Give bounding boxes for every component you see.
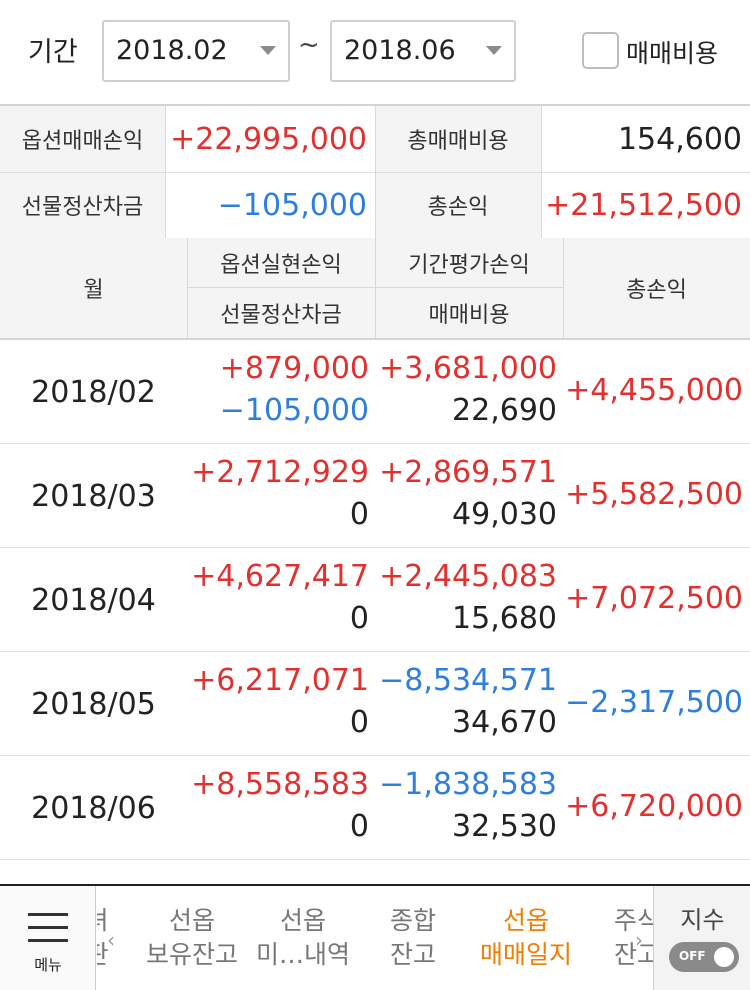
- row-trade-cost: 49,030: [452, 497, 557, 532]
- range-separator: ~: [298, 30, 320, 60]
- row-period-eval-pl: +2,869,571: [379, 455, 557, 490]
- tab-fo-unfilled[interactable]: 선옵 미…내역: [253, 904, 353, 972]
- tab-line2: 보유잔고: [145, 940, 238, 969]
- futures-settle-label: 선물정산차금: [0, 172, 165, 238]
- header-realized-pl: 옵션실현손익: [220, 253, 342, 278]
- row-futures-settle: 0: [349, 705, 369, 740]
- row-period-eval-pl: +3,681,000: [379, 351, 557, 386]
- menu-label: 메뉴: [34, 956, 62, 974]
- option-pl-value: +22,995,000: [165, 106, 375, 172]
- divider: [187, 238, 188, 338]
- divider: [563, 238, 564, 338]
- row-futures-settle: 0: [349, 809, 369, 844]
- row-realized-pl: +879,000: [219, 351, 369, 386]
- period-label: 기간: [28, 37, 78, 68]
- table-row[interactable]: 2018/03 +2,712,929 0 +2,869,571 49,030 +…: [0, 444, 750, 548]
- row-month: 2018/04: [31, 582, 156, 618]
- table-row[interactable]: 2018/04 +4,627,417 0 +2,445,083 15,680 +…: [0, 548, 750, 652]
- row-futures-settle: −105,000: [219, 393, 369, 428]
- row-trade-cost: 32,530: [452, 809, 557, 844]
- total-pl-label: 총손익: [375, 172, 541, 238]
- row-total-pl: +7,072,500: [565, 581, 743, 616]
- chevron-right-icon[interactable]: ›: [635, 928, 643, 952]
- row-period-eval-pl: −1,838,583: [379, 767, 557, 802]
- table-row[interactable]: 2018/06 +8,558,583 0 −1,838,583 32,530 +…: [0, 756, 750, 860]
- start-month-value: 2018.02: [116, 35, 228, 66]
- row-trade-cost: 22,690: [452, 393, 557, 428]
- summary-table: 옵션매매손익 +22,995,000 총매매비용 154,600 선물정산차금 …: [0, 104, 750, 238]
- tab-total-balance[interactable]: 종합 잔고: [377, 904, 449, 972]
- end-month-value: 2018.06: [344, 35, 456, 66]
- tab-fo-trade-journal[interactable]: 선옵 매매일지: [469, 904, 583, 972]
- table-row[interactable]: 2018/05 +6,217,071 0 −8,534,571 34,670 −…: [0, 652, 750, 756]
- tab-line2: 미…내역: [255, 940, 350, 969]
- chevron-down-icon: [260, 46, 276, 55]
- header-total-pl: 총손익: [626, 278, 687, 303]
- trade-cost-checkbox-label[interactable]: 매매비용: [626, 34, 718, 70]
- row-total-pl: +6,720,000: [565, 789, 743, 824]
- row-total-pl: +4,455,000: [565, 373, 743, 408]
- chevron-left-icon[interactable]: ‹: [107, 928, 115, 952]
- divider: [375, 106, 376, 238]
- header-trade-cost: 매매비용: [428, 303, 510, 328]
- row-realized-pl: +2,712,929: [191, 455, 369, 490]
- futures-settle-value: −105,000: [165, 172, 375, 238]
- row-realized-pl: +8,558,583: [191, 767, 369, 802]
- trade-cost-checkbox[interactable]: [582, 32, 619, 69]
- row-futures-settle: 0: [349, 601, 369, 636]
- tab-line1: 선옵: [168, 906, 215, 935]
- total-cost-label: 총매매비용: [375, 106, 541, 172]
- tab-line1: 주식: [613, 906, 653, 935]
- tab-stock-balance[interactable]: 주식 잔고: [607, 904, 653, 972]
- divider: [541, 106, 542, 238]
- tab-line2: 잔고: [389, 940, 436, 969]
- row-month: 2018/02: [31, 374, 156, 410]
- table-row[interactable]: 2018/02 +879,000 −105,000 +3,681,000 22,…: [0, 340, 750, 444]
- row-total-pl: +5,582,500: [565, 477, 743, 512]
- screen-tabs: 녀 판 ‹ 선옵 보유잔고 선옵 미…내역 종합 잔고 선옵 매매일지 주식 잔…: [97, 886, 653, 990]
- row-month: 2018/06: [31, 790, 156, 826]
- toggle-knob: [714, 947, 734, 967]
- start-month-select[interactable]: 2018.02: [102, 20, 290, 82]
- row-futures-settle: 0: [349, 497, 369, 532]
- divider: [375, 238, 376, 338]
- row-realized-pl: +6,217,071: [191, 663, 369, 698]
- option-pl-label: 옵션매매손익: [0, 106, 165, 172]
- toggle-state: OFF: [679, 949, 706, 963]
- total-pl-value: +21,512,500: [541, 172, 750, 238]
- tab-fo-holdings[interactable]: 선옵 보유잔고: [137, 904, 247, 972]
- tab-line2: 매매일지: [479, 940, 572, 969]
- bottom-navigation: 메뉴 녀 판 ‹ 선옵 보유잔고 선옵 미…내역 종합 잔고 선옵 매매일지 주…: [0, 884, 750, 990]
- total-cost-value: 154,600: [541, 106, 750, 172]
- tab-line1: 종합: [389, 906, 436, 935]
- divider: [165, 106, 166, 238]
- tab-line1: 선옵: [502, 906, 549, 935]
- end-month-select[interactable]: 2018.06: [330, 20, 516, 82]
- header-month: 월: [83, 278, 104, 303]
- row-trade-cost: 15,680: [452, 601, 557, 636]
- chevron-down-icon: [486, 46, 502, 55]
- row-month: 2018/05: [31, 686, 156, 722]
- index-label: 지수: [680, 906, 725, 934]
- index-toggle[interactable]: OFF: [669, 942, 739, 972]
- index-toggle-panel: 지수 OFF: [653, 886, 750, 990]
- row-period-eval-pl: +2,445,083: [379, 559, 557, 594]
- row-realized-pl: +4,627,417: [191, 559, 369, 594]
- period-filter: 기간 2018.02 ~ 2018.06 매매비용: [0, 0, 750, 104]
- table-header: 월 옵션실현손익 선물정산차금 기간평가손익 매매비용 총손익: [0, 238, 750, 340]
- menu-button[interactable]: 메뉴: [0, 886, 96, 990]
- row-period-eval-pl: −8,534,571: [379, 663, 557, 698]
- tab-line2: 잔고: [613, 940, 653, 969]
- header-period-eval-pl: 기간평가손익: [408, 253, 530, 278]
- hamburger-menu-icon: [28, 913, 68, 943]
- row-trade-cost: 34,670: [452, 705, 557, 740]
- tab-line1: 선옵: [279, 906, 326, 935]
- row-total-pl: −2,317,500: [565, 685, 743, 720]
- row-month: 2018/03: [31, 478, 156, 514]
- header-futures-settle: 선물정산차금: [220, 303, 342, 328]
